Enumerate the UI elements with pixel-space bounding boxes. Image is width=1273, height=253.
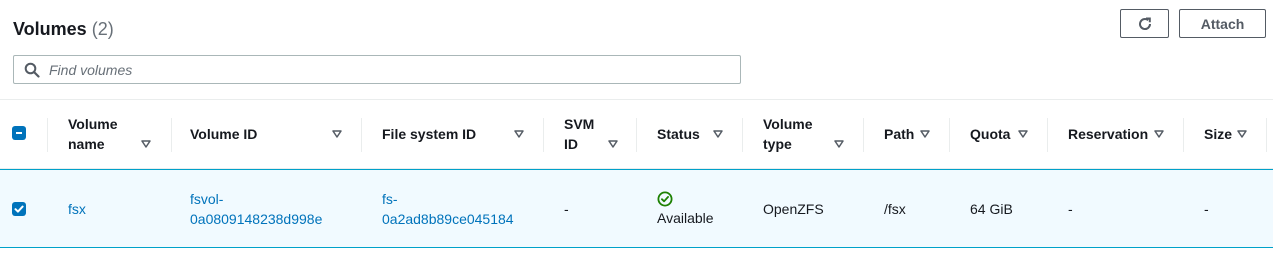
column-label: Quota <box>970 126 1011 142</box>
column-divider <box>1047 118 1048 152</box>
column-label: ID <box>564 136 578 152</box>
column-header-volume-id[interactable]: Volume ID <box>190 100 360 168</box>
volume-name-link[interactable]: fsx <box>68 199 86 219</box>
volume-id-line: 0a0809148238d998e <box>190 211 323 227</box>
column-header-svm-id[interactable]: SVM ID <box>564 100 636 168</box>
column-header-size[interactable]: Size <box>1204 100 1266 168</box>
sort-caret-icon <box>1018 130 1028 138</box>
column-header-reservation[interactable]: Reservation <box>1068 100 1183 168</box>
volume-id-link[interactable]: fsvol- 0a0809148238d998e <box>190 189 322 229</box>
refresh-button[interactable] <box>1120 9 1169 38</box>
file-system-id-line: 0a2ad8b89ce045184 <box>382 211 514 227</box>
sort-caret-icon <box>608 140 618 148</box>
volume-count: (2) <box>91 19 114 39</box>
column-label: File system ID <box>382 126 477 142</box>
column-header-status[interactable]: Status <box>657 100 742 168</box>
column-divider <box>47 118 48 152</box>
column-label: SVM <box>564 116 595 132</box>
column-divider <box>863 118 864 152</box>
column-divider <box>636 118 637 152</box>
column-header-file-system-id[interactable]: File system ID <box>382 100 542 168</box>
column-divider <box>543 118 544 152</box>
search-icon <box>24 62 40 78</box>
reservation-value: - <box>1068 201 1073 217</box>
search-input[interactable] <box>49 57 740 82</box>
sort-caret-icon <box>1237 130 1247 138</box>
column-divider <box>949 118 950 152</box>
column-divider <box>171 118 172 152</box>
size-value: - <box>1204 201 1209 217</box>
column-divider <box>1266 118 1267 152</box>
quota-value: 64 GiB <box>970 201 1013 217</box>
sort-caret-icon <box>332 130 342 138</box>
column-header-path[interactable]: Path <box>884 100 949 168</box>
column-divider <box>361 118 362 152</box>
table-header: Volume name Volume ID File system ID SVM… <box>0 99 1273 169</box>
column-label: Size <box>1204 126 1233 142</box>
sort-caret-icon <box>920 130 930 138</box>
file-system-id-link[interactable]: fs- 0a2ad8b89ce045184 <box>382 189 514 229</box>
check-circle-icon <box>657 191 714 208</box>
column-label: Volume ID <box>190 126 258 142</box>
row-select-checkbox[interactable] <box>12 202 26 216</box>
sort-caret-icon <box>141 140 151 148</box>
column-header-quota[interactable]: Quota <box>970 100 1047 168</box>
column-divider <box>742 118 743 152</box>
column-label: Reservation <box>1068 126 1149 142</box>
file-system-id-line: fs- <box>382 191 398 207</box>
sort-caret-icon <box>514 130 524 138</box>
column-header-volume-name[interactable]: Volume name <box>68 100 171 168</box>
volumes-panel: Volumes (2) Attach Volume <box>0 0 1273 253</box>
path-value: /fsx <box>884 201 906 217</box>
column-label: Status <box>657 126 700 142</box>
volume-type-value: OpenZFS <box>763 201 824 217</box>
attach-button[interactable]: Attach <box>1179 9 1266 38</box>
column-label: Path <box>884 126 915 142</box>
sort-caret-icon <box>1154 130 1164 138</box>
panel-title: Volumes (2) <box>13 19 114 40</box>
refresh-icon <box>1137 16 1153 32</box>
sort-caret-icon <box>713 130 723 138</box>
search-box[interactable] <box>13 55 741 84</box>
column-label: type <box>763 136 792 152</box>
column-header-volume-type[interactable]: Volume type <box>763 100 863 168</box>
select-all-checkbox[interactable] <box>12 126 26 140</box>
sort-caret-icon <box>834 140 844 148</box>
svm-id-value: - <box>564 201 569 217</box>
table-row[interactable]: fsx fsvol- 0a0809148238d998e fs- 0a2ad8b… <box>0 169 1273 248</box>
column-label: Volume <box>763 116 813 132</box>
volume-id-line: fsvol- <box>190 191 224 207</box>
column-label: Volume <box>68 116 118 132</box>
column-divider <box>1183 118 1184 152</box>
panel-title-text: Volumes <box>13 19 87 39</box>
status-cell: Available <box>657 191 714 228</box>
column-label: name <box>68 136 105 152</box>
status-text: Available <box>657 210 714 226</box>
